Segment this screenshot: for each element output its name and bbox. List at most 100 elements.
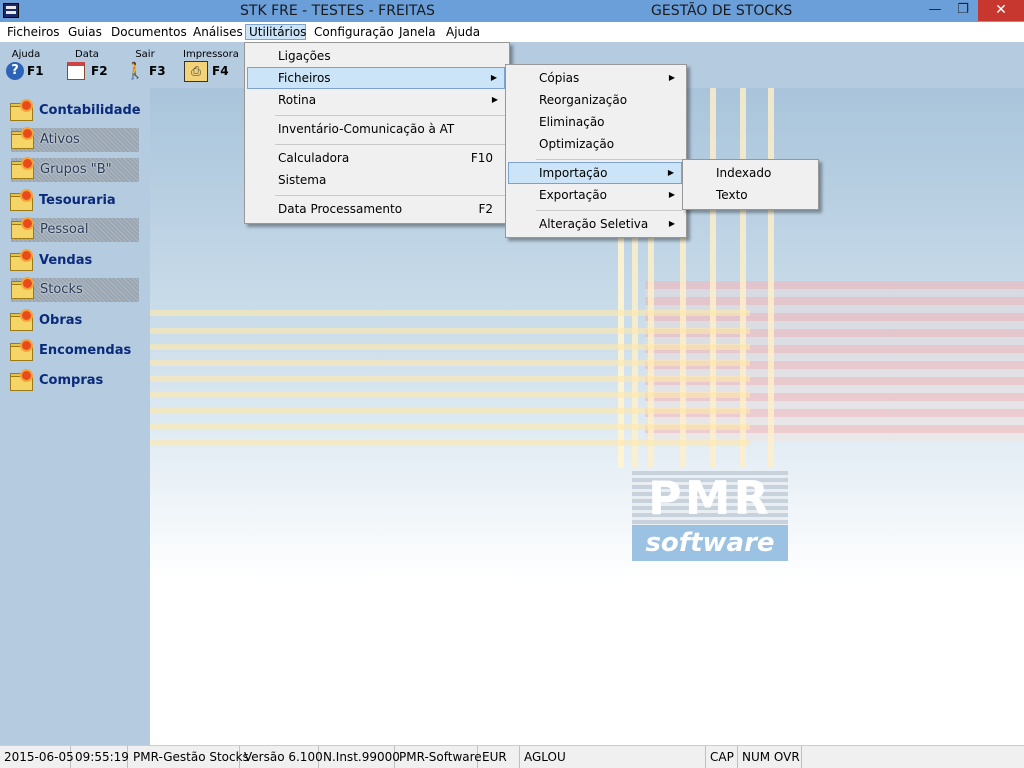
sidebar-item-label: Obras — [39, 313, 83, 328]
menu-separator — [275, 144, 505, 145]
date-label: Data — [75, 49, 99, 60]
menu-guias[interactable]: Guias — [65, 24, 105, 40]
utilitarios-menu: Ligações Ficheiros ▶ Rotina ▶ Inventário… — [244, 42, 510, 224]
status-num-ovr: NUM OVR — [738, 746, 802, 768]
menu-item-label: Ligações — [278, 49, 331, 63]
status-user: AGLOU — [520, 746, 706, 768]
app-icon[interactable] — [3, 3, 19, 18]
status-vendor: PMR-Software — [395, 746, 482, 768]
sidebar-item-label: Vendas — [39, 253, 93, 268]
sidebar-item-label: Tesouraria — [39, 193, 116, 208]
folder-icon — [11, 279, 35, 299]
menu-item-label: Data Processamento — [278, 202, 403, 216]
menu-item-rotina[interactable]: Rotina ▶ — [247, 89, 505, 111]
background-stripe — [150, 408, 750, 414]
menu-item-label: Reorganização — [539, 93, 628, 107]
exit-button[interactable]: Sair 🚶 F3 — [122, 48, 172, 84]
folder-icon — [10, 101, 34, 121]
menu-ficheiros[interactable]: Ficheiros — [4, 24, 63, 40]
date-button[interactable]: Data F2 — [64, 48, 114, 84]
menu-item-label: Sistema — [278, 173, 327, 187]
background-stripe — [150, 392, 750, 398]
menu-item-ligacoes[interactable]: Ligações — [247, 45, 505, 67]
menu-item-copias[interactable]: Cópias ▶ — [508, 67, 682, 89]
background-stripe — [768, 88, 774, 468]
menu-item-importacao[interactable]: Importação ▶ — [508, 162, 682, 184]
chevron-right-icon: ▶ — [668, 219, 675, 228]
folder-icon — [10, 311, 34, 331]
background-stripe — [150, 440, 750, 446]
menu-ajuda[interactable]: Ajuda — [443, 24, 483, 40]
menu-item-sistema[interactable]: Sistema — [247, 169, 505, 191]
printer-button[interactable]: Impressora ⎙ F4 — [180, 48, 239, 84]
printer-key: F4 — [212, 64, 229, 78]
menu-item-label: Calculadora — [278, 151, 350, 165]
menu-item-label: Importação — [539, 166, 608, 180]
menu-item-data-processamento[interactable]: Data Processamento F2 — [247, 198, 505, 220]
sidebar-item-contabilidade[interactable]: Contabilidade — [10, 98, 141, 124]
chevron-right-icon: ▶ — [668, 190, 675, 199]
menu-configuracao[interactable]: Configuração — [311, 24, 397, 40]
menu-documentos[interactable]: Documentos — [108, 24, 190, 40]
sidebar-item-label: Encomendas — [39, 343, 132, 358]
chevron-right-icon: ▶ — [668, 73, 675, 82]
menu-item-exportacao[interactable]: Exportação ▶ — [508, 184, 682, 206]
menu-utilitarios[interactable]: Utilitários — [245, 24, 306, 40]
sidebar-item-tesouraria[interactable]: Tesouraria — [10, 188, 141, 214]
minimize-button[interactable]: — — [920, 0, 950, 21]
menu-item-calculadora[interactable]: Calculadora F10 — [247, 147, 505, 169]
help-icon: ? — [6, 62, 24, 80]
menu-separator — [275, 115, 505, 116]
menu-item-texto[interactable]: Texto — [685, 184, 814, 206]
restore-button[interactable]: ❐ — [948, 0, 978, 21]
exit-key: F3 — [149, 64, 166, 78]
sidebar-item-compras[interactable]: Compras — [10, 368, 141, 394]
sidebar-item-obras[interactable]: Obras — [10, 308, 141, 334]
menu-item-optimizacao[interactable]: Optimização — [508, 133, 682, 155]
chevron-right-icon: ▶ — [667, 168, 674, 177]
ficheiros-submenu: Cópias ▶ Reorganização Eliminação Optimi… — [505, 64, 687, 238]
help-label: Ajuda — [11, 49, 41, 60]
sidebar-item-label: Ativos — [40, 132, 80, 147]
menu-item-label: Inventário-Comunicação à AT — [278, 122, 455, 136]
menu-analises[interactable]: Análises — [190, 24, 246, 40]
menu-bar: Ficheiros Guias Documentos Análises Util… — [0, 22, 1024, 42]
status-bar: 2015-06-05 09:55:19 PMR-Gestão Stocks Ve… — [0, 745, 1024, 768]
menu-item-label: Indexado — [716, 166, 772, 180]
sidebar-item-encomendas[interactable]: Encomendas — [10, 338, 141, 364]
help-button[interactable]: Ajuda ? F1 — [0, 48, 50, 84]
folder-icon — [11, 219, 35, 239]
shortcut-label: F2 — [478, 202, 493, 216]
sidebar-item-stocks[interactable]: Stocks — [11, 278, 139, 302]
shortcut-label: F10 — [470, 151, 493, 165]
folder-icon — [10, 341, 34, 361]
sidebar-item-grupos-b[interactable]: Grupos "B" — [11, 158, 139, 182]
folder-icon — [10, 191, 34, 211]
menu-item-eliminacao[interactable]: Eliminação — [508, 111, 682, 133]
menu-item-inventario-at[interactable]: Inventário-Comunicação à AT — [247, 118, 505, 140]
menu-item-label: Texto — [716, 188, 748, 202]
menu-item-indexado[interactable]: Indexado — [685, 162, 814, 184]
menu-janela[interactable]: Janela — [396, 24, 439, 40]
status-date: 2015-06-05 — [0, 746, 74, 768]
logo-software-text: software — [632, 525, 788, 561]
menu-item-label: Alteração Seletiva — [539, 217, 649, 231]
logo-pmr-text: PMR — [632, 471, 788, 525]
background-stripe — [150, 344, 750, 350]
sidebar-item-pessoal[interactable]: Pessoal — [11, 218, 139, 242]
background-stripe — [150, 310, 750, 316]
sidebar-item-ativos[interactable]: Ativos — [11, 128, 139, 152]
date-key: F2 — [91, 64, 108, 78]
module-title: GESTÃO DE STOCKS — [651, 3, 793, 19]
sidebar-item-vendas[interactable]: Vendas — [10, 248, 141, 274]
menu-item-alteracao-seletiva[interactable]: Alteração Seletiva ▶ — [508, 213, 682, 235]
menu-item-reorganizacao[interactable]: Reorganização — [508, 89, 682, 111]
status-time: 09:55:19 — [71, 746, 129, 768]
menu-item-ficheiros[interactable]: Ficheiros ▶ — [247, 67, 505, 89]
background-stripe — [150, 360, 750, 366]
folder-icon — [10, 251, 34, 271]
close-button[interactable]: ✕ — [978, 0, 1024, 21]
calendar-icon — [67, 62, 85, 80]
status-installation: N.Inst.99000 — [319, 746, 400, 768]
sidebar-item-label: Pessoal — [40, 222, 89, 237]
